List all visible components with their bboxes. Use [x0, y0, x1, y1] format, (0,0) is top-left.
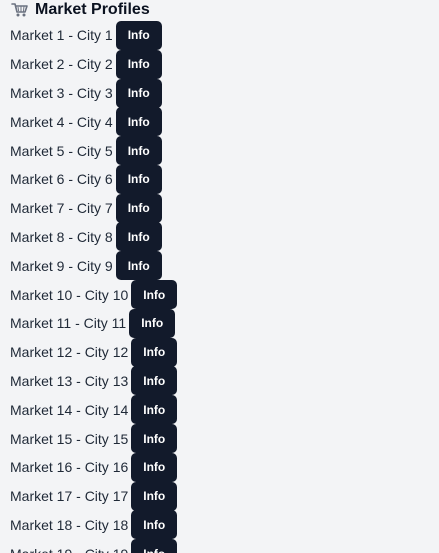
market-row: Market 3 - City 3 Info: [10, 78, 430, 108]
info-button[interactable]: Info: [115, 78, 162, 108]
page: Market Profiles Market 1 - City 1 Info Mar…: [0, 0, 439, 553]
market-label: Market 8 - City 8: [10, 228, 113, 245]
info-button[interactable]: Info: [115, 49, 162, 79]
market-row: Market 9 - City 9 Info: [10, 251, 430, 281]
market-row: Market 12 - City 12 Info: [10, 337, 430, 367]
market-label: Market 2 - City 2: [10, 56, 113, 73]
info-button[interactable]: Info: [131, 539, 178, 553]
market-row: Market 15 - City 15 Info: [10, 424, 430, 454]
market-label: Market 5 - City 5: [10, 142, 113, 159]
market-row: Market 17 - City 17 Info: [10, 481, 430, 511]
market-label: Market 4 - City 4: [10, 113, 113, 130]
market-label: Market 13 - City 13: [10, 372, 129, 389]
info-button[interactable]: Info: [115, 136, 162, 166]
info-button[interactable]: Info: [131, 337, 178, 367]
market-label: Market 14 - City 14: [10, 401, 129, 418]
info-button[interactable]: Info: [131, 424, 178, 454]
market-row: Market 11 - City 11 Info: [10, 308, 430, 338]
page-title: Market Profiles: [35, 1, 150, 18]
market-row: Market 10 - City 10 Info: [10, 280, 430, 310]
market-label: Market 17 - City 17: [10, 488, 129, 505]
market-list: Market 1 - City 1 Info Market 2 - City 2 In…: [10, 20, 430, 553]
market-row: Market 19 - City 19Info: [10, 539, 430, 553]
market-row: Market 1 - City 1 Info: [10, 20, 430, 50]
info-button[interactable]: Info: [115, 193, 162, 223]
page-header: Market Profiles: [11, 0, 150, 20]
info-button[interactable]: Info: [131, 395, 178, 425]
market-row: Market 8 - City 8 Info: [10, 222, 430, 252]
info-button[interactable]: Info: [115, 107, 162, 137]
market-label: Market 6 - City 6: [10, 171, 113, 188]
market-row: Market 6 - City 6 Info: [10, 164, 430, 194]
market-row: Market 14 - City 14 Info: [10, 395, 430, 425]
market-label: Market 18 - City 18: [10, 516, 129, 533]
market-label: Market 9 - City 9: [10, 257, 113, 274]
info-button[interactable]: Info: [115, 164, 162, 194]
market-label: Market 16 - City 16: [10, 459, 129, 476]
info-button[interactable]: Info: [131, 481, 178, 511]
market-row: Market 2 - City 2 Info: [10, 49, 430, 79]
market-row: Market 7 - City 7 Info: [10, 193, 430, 223]
info-button[interactable]: Info: [131, 510, 178, 540]
market-row: Market 18 - City 18 Info: [10, 510, 430, 540]
info-button[interactable]: Info: [115, 20, 162, 50]
market-label: Market 10 - City 10: [10, 286, 129, 303]
market-label: Market 3 - City 3: [10, 84, 113, 101]
info-button[interactable]: Info: [115, 222, 162, 252]
market-row: Market 4 - City 4 Info: [10, 107, 430, 137]
info-button[interactable]: Info: [131, 280, 178, 310]
info-button[interactable]: Info: [115, 251, 162, 281]
market-row: Market 5 - City 5 Info: [10, 136, 430, 166]
info-button[interactable]: Info: [131, 452, 178, 482]
market-label: Market 15 - City 15: [10, 430, 129, 447]
info-button[interactable]: Info: [129, 308, 176, 338]
info-button[interactable]: Info: [131, 366, 178, 396]
shopping-cart-icon: [11, 2, 29, 18]
market-row: Market 16 - City 16 Info: [10, 452, 430, 482]
market-label: Market 19 - City 19: [10, 540, 128, 553]
market-label: Market 1 - City 1: [10, 27, 113, 44]
market-label: Market 11 - City 11: [10, 315, 127, 332]
market-row: Market 13 - City 13 Info: [10, 366, 430, 396]
market-label: Market 7 - City 7: [10, 200, 113, 217]
market-label: Market 12 - City 12: [10, 344, 129, 361]
